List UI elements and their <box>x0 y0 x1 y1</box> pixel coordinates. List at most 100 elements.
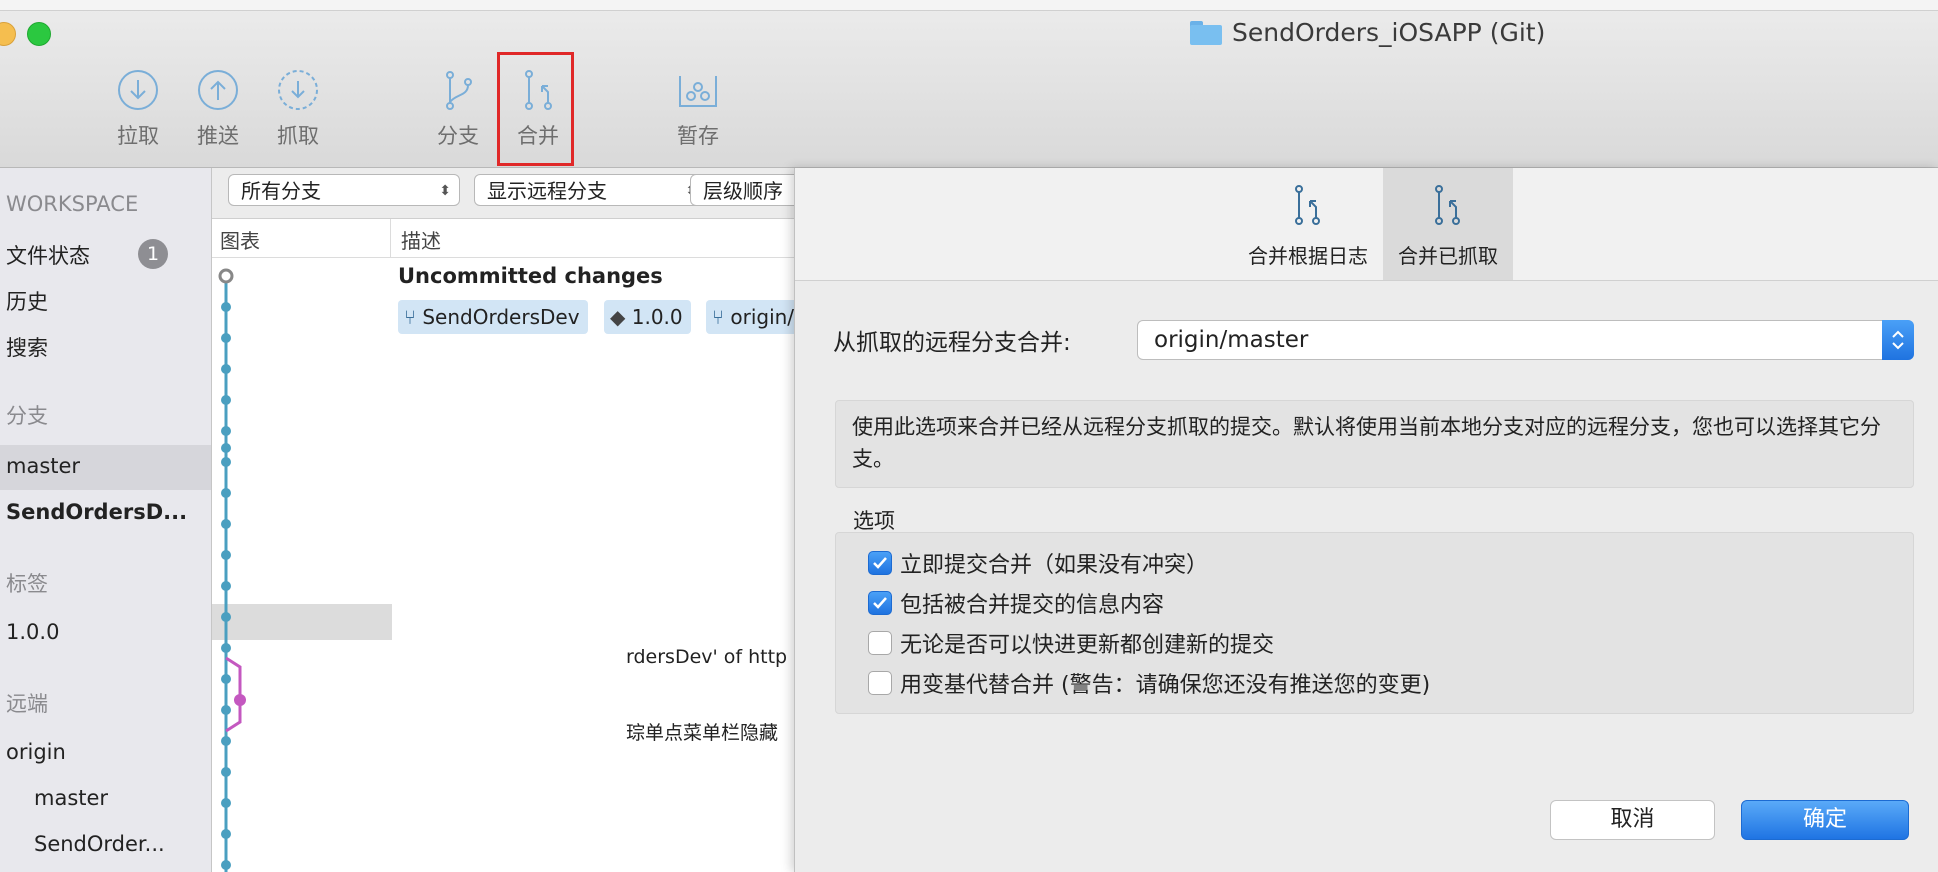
sidebar-item-search[interactable]: 搜索 <box>6 332 48 362</box>
option-label: 包括被合并提交的信息内容 <box>900 593 1165 618</box>
option-commit-immediately[interactable]: 立即提交合并（如果没有冲突） <box>868 547 1208 579</box>
tab-merge-from-log[interactable]: 合并根据日志 <box>1233 168 1383 280</box>
remote-tag-label: origin/ <box>730 305 795 329</box>
commit-node[interactable] <box>221 829 231 839</box>
commit-node[interactable] <box>221 395 231 405</box>
sidebar: WORKSPACE 文件状态 1 历史 搜索 分支 master SendOrd… <box>0 168 212 872</box>
branch-icon <box>446 71 472 110</box>
pull-button[interactable]: 拉取 <box>102 68 174 150</box>
commit-node[interactable] <box>221 426 231 436</box>
window-toolbar: SendOrders_iOSAPP (Git) 拉取 推送 抓取 分支 合并 暂… <box>0 0 1938 168</box>
commit-node[interactable] <box>221 302 231 312</box>
sidebar-item-branch-master[interactable]: master <box>6 454 80 478</box>
uncommitted-changes-row[interactable]: Uncommitted changes <box>398 264 663 288</box>
merge-dialog: 合并根据日志 合并已抓取 从抓取的远程分支合并: origin/master 使… <box>794 168 1938 872</box>
checkbox-checked[interactable] <box>868 591 892 615</box>
sidebar-header-workspace: WORKSPACE <box>6 192 139 216</box>
checkbox-checked[interactable] <box>868 551 892 575</box>
branch-filter-select[interactable]: 所有分支 ⬍ <box>228 174 460 206</box>
sidebar-item-remote-master[interactable]: master <box>34 786 108 810</box>
commit-node[interactable] <box>221 550 231 560</box>
pull-icon <box>118 70 158 110</box>
branch-commit-node <box>234 694 246 706</box>
tag-icon: ◆ <box>610 305 626 329</box>
sidebar-item-remote-origin[interactable]: origin <box>6 740 66 764</box>
uncommitted-node <box>218 268 234 284</box>
sidebar-item-remote-sendorders[interactable]: SendOrder... <box>34 832 165 856</box>
remote-branch-value: origin/master <box>1154 327 1309 353</box>
sidebar-header-branches: 分支 <box>6 404 48 428</box>
commit-node[interactable] <box>221 364 231 374</box>
menu-bar-edge <box>0 0 1938 11</box>
sidebar-item-tag-1-0-0[interactable]: 1.0.0 <box>6 620 59 644</box>
minimize-window-button[interactable] <box>0 22 16 46</box>
column-headers: 图表 描述 <box>212 219 798 258</box>
fetch-label: 抓取 <box>277 124 319 148</box>
merge-highlight-box <box>497 52 574 166</box>
commit-node[interactable] <box>221 798 231 808</box>
commit-node[interactable] <box>221 705 231 715</box>
branch-label: 分支 <box>437 124 479 148</box>
commit-node[interactable] <box>221 333 231 343</box>
column-divider[interactable] <box>390 219 391 257</box>
column-header-description[interactable]: 描述 <box>401 225 441 254</box>
commit-message[interactable]: rdersDev' of http <box>626 646 787 668</box>
commit-node[interactable] <box>221 674 231 684</box>
commit-node[interactable] <box>221 519 231 529</box>
options-title: 选项 <box>853 509 895 533</box>
checkbox-unchecked[interactable] <box>868 671 892 695</box>
fetch-button[interactable]: 抓取 <box>262 68 334 150</box>
commit-list-area: 所有分支 ⬍ 显示远程分支 ⬍ 层级顺序 图表 描述 Uncommitted c… <box>212 168 810 872</box>
commit-graph <box>218 268 246 872</box>
commit-node[interactable] <box>221 860 231 870</box>
commit-node[interactable] <box>221 612 231 622</box>
stash-button[interactable]: 暂存 <box>662 68 734 150</box>
folder-icon <box>1190 20 1222 45</box>
checkbox-unchecked[interactable] <box>868 631 892 655</box>
options-group: 立即提交合并（如果没有冲突） 包括被合并提交的信息内容 无论是否可以快进更新都创… <box>835 532 1914 714</box>
sidebar-item-file-status[interactable]: 文件状态 <box>6 240 90 270</box>
fetch-icon <box>278 70 318 110</box>
option-no-fast-forward[interactable]: 无论是否可以快进更新都创建新的提交 <box>868 627 1274 659</box>
commit-node[interactable] <box>221 736 231 746</box>
stash-icon <box>679 76 717 107</box>
option-label: 立即提交合并（如果没有冲突） <box>900 553 1209 578</box>
commit-node[interactable] <box>221 488 231 498</box>
push-button[interactable]: 推送 <box>182 68 254 150</box>
commit-node[interactable] <box>221 457 231 467</box>
pull-label: 拉取 <box>117 124 159 148</box>
zoom-window-button[interactable] <box>27 22 51 46</box>
order-filter-select[interactable]: 层级顺序 <box>690 174 810 206</box>
sidebar-item-history[interactable]: 历史 <box>6 286 48 316</box>
branch-filter-value: 所有分支 <box>241 179 321 203</box>
remote-filter-select[interactable]: 显示远程分支 ⬍ <box>474 174 706 206</box>
option-label: 无论是否可以快进更新都创建新的提交 <box>900 633 1275 658</box>
branch-icon: ⑂ <box>712 305 724 329</box>
version-tag-1-0-0[interactable]: ◆ 1.0.0 <box>604 300 691 334</box>
commit-message[interactable]: 琮单点菜单栏隐藏 <box>626 718 778 745</box>
branch-tag-label: SendOrdersDev <box>422 305 580 329</box>
commit-node[interactable] <box>221 643 231 653</box>
commit-node[interactable] <box>221 581 231 591</box>
ok-button[interactable]: 确定 <box>1741 800 1909 840</box>
tab-merge-fetched[interactable]: 合并已抓取 <box>1383 168 1513 280</box>
sidebar-header-remotes: 远端 <box>6 692 48 716</box>
option-include-messages[interactable]: 包括被合并提交的信息内容 <box>868 587 1164 619</box>
remote-branch-label: 从抓取的远程分支合并: <box>833 330 1071 356</box>
sidebar-header-tags: 标签 <box>6 572 48 596</box>
remote-tag-origin[interactable]: ⑂ origin/ <box>706 300 798 334</box>
remote-branch-select[interactable]: origin/master <box>1137 320 1914 360</box>
push-label: 推送 <box>197 124 239 148</box>
option-rebase-instead[interactable]: 用变基代替合并 (警告：请确保您还没有推送您的变更) <box>868 667 1430 699</box>
sidebar-item-branch-sendordersdev[interactable]: SendOrdersD... <box>6 500 187 524</box>
select-stepper-icon <box>1882 320 1914 360</box>
merge-icon <box>1295 185 1320 225</box>
branch-tag-sendordersdev[interactable]: ⑂ SendOrdersDev <box>398 300 588 334</box>
filter-bar: 所有分支 ⬍ 显示远程分支 ⬍ 层级顺序 <box>212 168 810 219</box>
remote-filter-value: 显示远程分支 <box>487 179 607 203</box>
branch-button[interactable]: 分支 <box>422 68 494 150</box>
cancel-button[interactable]: 取消 <box>1550 800 1715 840</box>
commit-node[interactable] <box>221 767 231 777</box>
window-title: SendOrders_iOSAPP (Git) <box>1190 18 1545 47</box>
column-header-graph[interactable]: 图表 <box>220 225 260 254</box>
